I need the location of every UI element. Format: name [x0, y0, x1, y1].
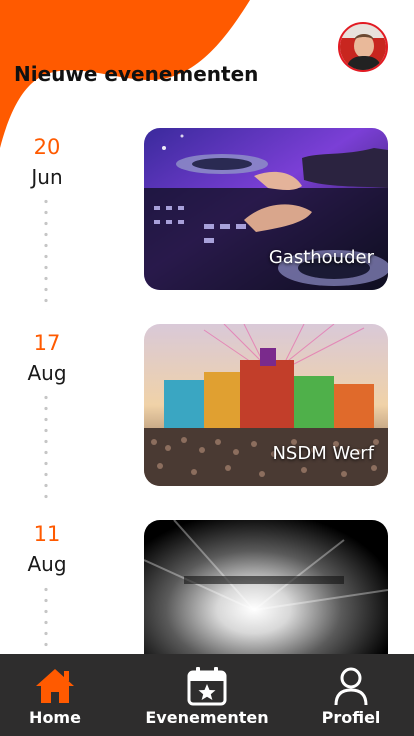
event-date: 20 Jun [14, 134, 80, 194]
event-day: 20 [33, 135, 61, 159]
event-month: Jun [31, 165, 63, 189]
event-card-concert[interactable] [144, 520, 388, 654]
user-icon [334, 667, 368, 706]
event-name: Gasthouder [268, 247, 374, 268]
nav-profile[interactable]: Profiel [318, 654, 384, 736]
nav-home-label: Home [29, 708, 81, 727]
event-name: NSDM Werf [272, 443, 374, 464]
timeline-dots [44, 196, 48, 310]
event-card-nsdm-werf[interactable]: NSDM Werf [144, 324, 388, 486]
event-date: 17 Aug [14, 330, 80, 390]
timeline-dots [44, 392, 48, 502]
bottom-navigation: Home Evenementen Profiel [0, 654, 414, 736]
event-month: Aug [27, 361, 67, 385]
nav-events[interactable]: Evenementen [145, 654, 269, 736]
nav-profile-label: Profiel [321, 708, 381, 727]
nav-events-label: Evenementen [145, 708, 269, 727]
timeline-dots [44, 584, 48, 654]
event-day: 17 [33, 331, 61, 355]
event-card-gasthouder[interactable]: Gasthouder [144, 128, 388, 290]
event-day: 11 [33, 522, 61, 546]
home-icon [36, 669, 74, 703]
event-timeline: 20 Jun Gasthouder 17 Aug NSDM Werf 11 Au… [0, 0, 414, 654]
nav-home[interactable]: Home [22, 654, 88, 736]
calendar-star-icon [187, 667, 227, 706]
event-date: 11 Aug [14, 521, 80, 581]
event-month: Aug [27, 552, 67, 576]
concert-image [144, 520, 388, 654]
